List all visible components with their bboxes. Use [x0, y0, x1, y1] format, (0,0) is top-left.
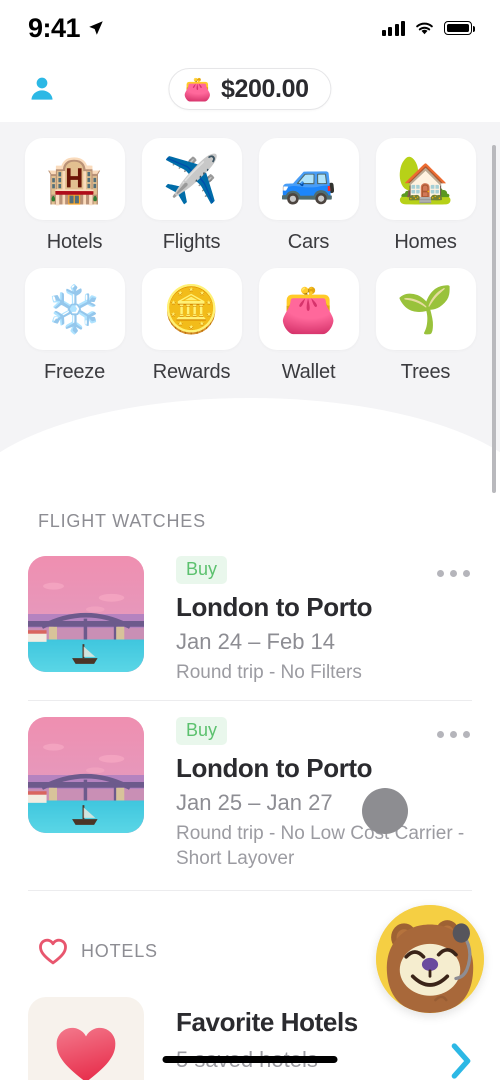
porto-bridge-illustration [28, 556, 144, 672]
app-header: 👛 $200.00 [0, 56, 500, 122]
shortcut-flights[interactable]: ✈️ Flights [133, 138, 250, 254]
location-arrow-icon [89, 21, 103, 35]
wallet-icon: 👛 [279, 283, 338, 335]
car-icon: 🚙 [279, 153, 338, 205]
shortcut-tile: ✈️ [141, 138, 242, 220]
flight-watch-details: Buy London to Porto Jan 24 – Feb 14 Roun… [144, 556, 472, 685]
seedling-icon: 🌱 [396, 283, 455, 335]
status-badge: Buy [176, 556, 228, 584]
flight-watch-row[interactable]: Buy London to Porto Jan 24 – Feb 14 Roun… [0, 556, 500, 685]
shortcut-label: Wallet [281, 361, 336, 383]
house-icon: 🏡 [396, 153, 455, 205]
more-horizontal-icon[interactable] [431, 564, 476, 583]
hotels-section-header: HOTELS [38, 938, 158, 965]
shortcut-homes[interactable]: 🏡 Homes [367, 138, 484, 254]
wallet-emoji: 👛 [183, 75, 213, 102]
flight-watch-details: Buy London to Porto Jan 25 – Jan 27 Roun… [144, 717, 472, 871]
shortcut-label: Trees [400, 361, 451, 383]
flight-watch-title: London to Porto [176, 591, 373, 622]
more-horizontal-icon[interactable] [431, 725, 476, 744]
status-bar: 9:41 [0, 0, 500, 56]
shortcut-label: Homes [394, 231, 457, 253]
cellular-signal-icon [381, 20, 405, 36]
status-time: 9:41 [28, 12, 81, 43]
bear-support-avatar[interactable] [376, 905, 484, 1013]
panel-curve-divider [0, 398, 500, 452]
shortcut-tile: 🚙 [258, 138, 359, 220]
hotels-section-label: HOTELS [81, 941, 158, 961]
shortcut-hotels[interactable]: 🏨 Hotels [16, 138, 133, 254]
flight-watch-dates: Jan 24 – Feb 14 [176, 628, 336, 654]
flight-watch-row[interactable]: Buy London to Porto Jan 25 – Jan 27 Roun… [0, 717, 500, 871]
porto-bridge-illustration [28, 717, 144, 833]
wallet-balance-amount: $200.00 [221, 74, 309, 103]
shortcut-wallet[interactable]: 👛 Wallet [250, 268, 367, 384]
wifi-icon [416, 22, 433, 35]
shortcut-tile: 🏨 [24, 138, 125, 220]
shortcut-label: Freeze [43, 361, 106, 383]
status-badge: Buy [176, 717, 228, 745]
flight-watch-filters: Round trip - No Filters [176, 661, 362, 683]
list-divider [28, 890, 472, 891]
battery-full-icon [444, 21, 476, 35]
airplane-icon: ✈️ [162, 153, 221, 205]
snowflake-icon: ❄️ [45, 283, 104, 335]
shortcut-tile: ❄️ [24, 268, 125, 350]
shortcut-tile: 👛 [258, 268, 359, 350]
app-screen: 9:41 👛 $200.00 🏨 Hotels ✈️ Flights 🚙 Car… [0, 0, 500, 1080]
hotel-icon: 🏨 [45, 153, 104, 205]
status-bar-left: 9:41 [28, 13, 105, 44]
flight-watches-section-label: FLIGHT WATCHES [38, 511, 206, 531]
heart-outline-icon [39, 938, 67, 965]
flight-watch-dates: Jan 25 – Jan 27 [176, 789, 333, 815]
flight-watch-title: London to Porto [176, 752, 373, 783]
profile-button[interactable] [22, 69, 62, 109]
coin-icon: 🪙 [162, 283, 221, 335]
touch-cursor-indicator [362, 788, 408, 834]
shortcut-grid: 🏨 Hotels ✈️ Flights 🚙 Cars 🏡 Homes ❄️ Fr… [0, 138, 500, 384]
vertical-scrollbar[interactable] [492, 145, 496, 493]
shortcut-tile: 🌱 [375, 268, 476, 350]
shortcut-label: Flights [162, 231, 221, 253]
shortcut-label: Cars [287, 231, 330, 253]
shortcut-label: Rewards [152, 361, 231, 383]
shortcut-trees[interactable]: 🌱 Trees [367, 268, 484, 384]
shortcut-rewards[interactable]: 🪙 Rewards [133, 268, 250, 384]
home-indicator-bar[interactable] [162, 1056, 338, 1063]
chevron-right-icon[interactable] [448, 1041, 474, 1080]
flight-watch-filters: Round trip - No Low Cost Carrier - Short… [176, 822, 465, 869]
shortcut-label: Hotels [46, 231, 103, 253]
shortcut-cars[interactable]: 🚙 Cars [250, 138, 367, 254]
wallet-balance-button[interactable]: 👛 $200.00 [168, 68, 332, 110]
person-icon [31, 77, 53, 100]
heart-filled-icon [28, 997, 144, 1080]
shortcut-tile: 🏡 [375, 138, 476, 220]
list-divider [28, 700, 472, 701]
shortcut-tile: 🪙 [141, 268, 242, 350]
shortcut-freeze[interactable]: ❄️ Freeze [16, 268, 133, 384]
status-bar-right [381, 20, 476, 36]
